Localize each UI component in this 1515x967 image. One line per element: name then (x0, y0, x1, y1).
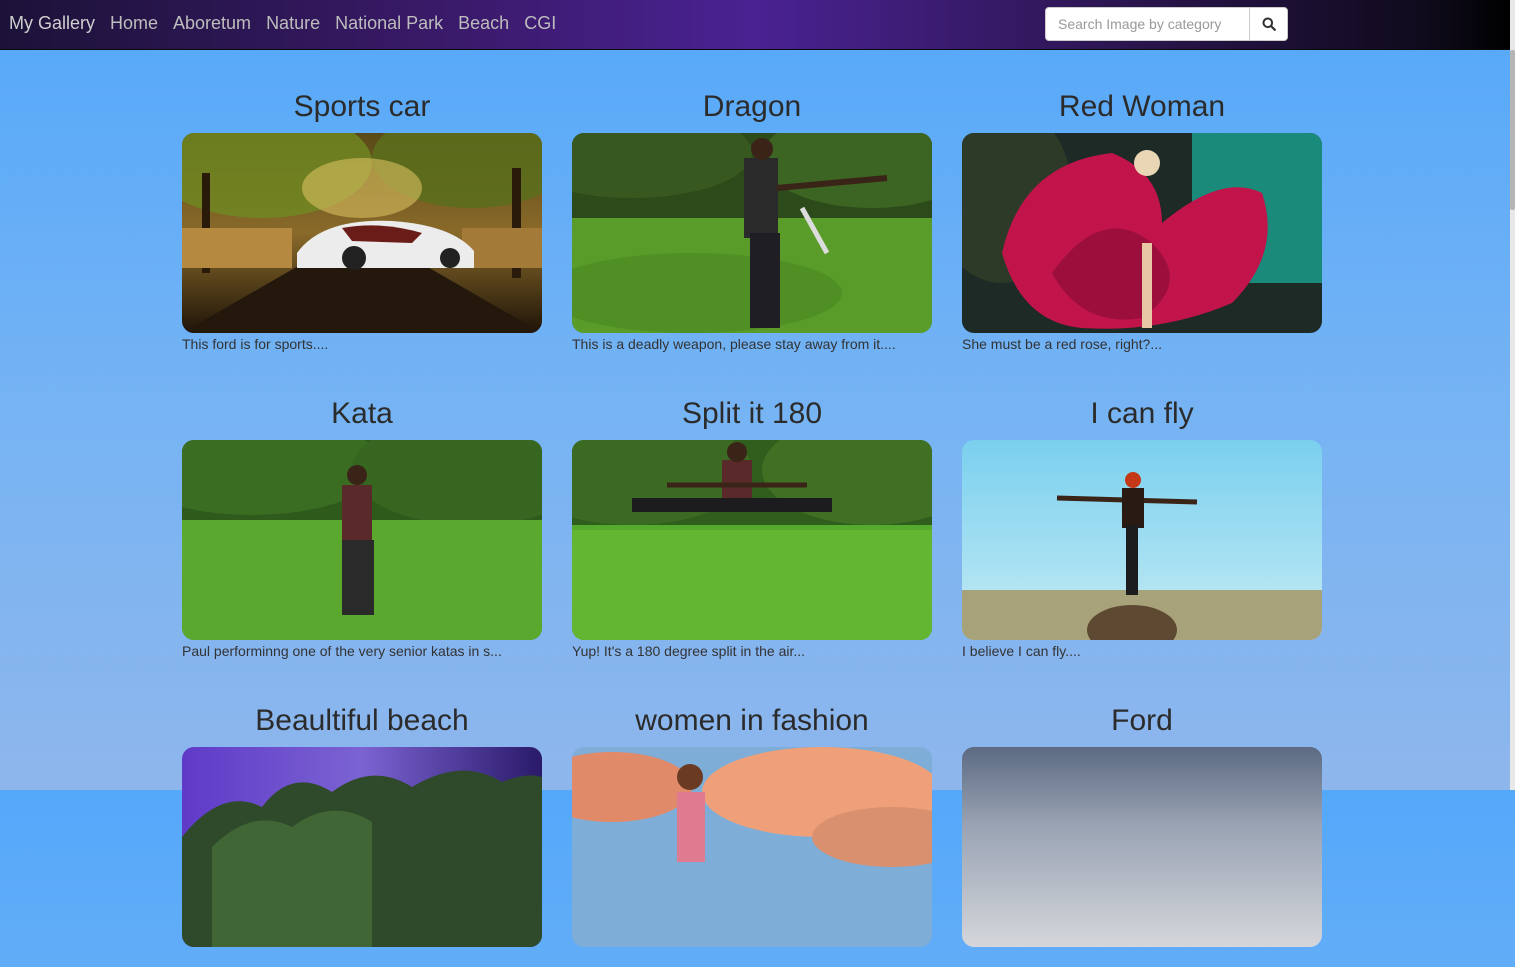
gallery-card: I can fly I believe I can fly.... (962, 392, 1322, 660)
nav-link-nature[interactable]: Nature (266, 13, 320, 34)
nav-link-beach[interactable]: Beach (458, 13, 509, 34)
card-caption: I believe I can fly.... (962, 643, 1081, 659)
card-caption (182, 949, 542, 967)
card-image-ford[interactable] (962, 747, 1322, 947)
card-caption: Yup! It's a 180 degree split in the air.… (572, 643, 806, 659)
card-title: Red Woman (1058, 90, 1226, 123)
gallery-card: Kata Paul performinng one of the very se… (182, 392, 542, 660)
card-title: Dragon (702, 90, 802, 123)
card-caption: She must be a red rose, right?... (962, 336, 1162, 352)
card-title: Sports car (293, 90, 431, 123)
nav-link-national-park[interactable]: National Park (335, 13, 443, 34)
nav-link-aboretum[interactable]: Aboretum (173, 13, 251, 34)
gallery-card: Split it 180 Yup! It's a 180 degree spli… (572, 392, 932, 660)
card-title: Beaultiful beach (255, 704, 469, 737)
gallery-card: Beaultiful beach (182, 699, 542, 967)
card-caption: Paul performinng one of the very senior … (182, 643, 502, 659)
nav-link-home[interactable]: Home (110, 13, 158, 34)
card-title: Split it 180 (681, 397, 823, 430)
card-image-sports-car[interactable] (182, 133, 542, 333)
scrollbar-thumb[interactable] (1510, 50, 1515, 210)
card-image-kata[interactable] (182, 440, 542, 640)
gallery-card: Red Woman She must be a red rose, right?… (962, 85, 1322, 353)
card-caption (572, 949, 932, 967)
gallery-card: Ford (962, 699, 1322, 967)
card-caption (962, 949, 1322, 967)
card-image-beach[interactable] (182, 747, 542, 947)
card-image-women-in-fashion[interactable] (572, 747, 932, 947)
page-scrollbar[interactable] (1510, 0, 1515, 790)
gallery-grid: Sports car This ford is for sports.... D… (182, 85, 1322, 967)
brand-link[interactable]: My Gallery (9, 13, 95, 34)
card-title: Kata (331, 397, 393, 430)
card-title: women in fashion (635, 704, 869, 737)
search-input[interactable] (1046, 8, 1249, 40)
card-caption: This is a deadly weapon, please stay awa… (572, 336, 896, 352)
navbar: My Gallery Home Aboretum Nature National… (0, 0, 1510, 50)
gallery-card: Sports car This ford is for sports.... (182, 85, 542, 353)
card-title: Ford (1111, 704, 1173, 737)
nav-link-cgi[interactable]: CGI (524, 13, 556, 34)
search-icon (1262, 17, 1276, 31)
card-image-i-can-fly[interactable] (962, 440, 1322, 640)
card-image-red-woman[interactable] (962, 133, 1322, 333)
gallery-card: Dragon This is a deadly weapon, please s… (572, 85, 932, 353)
card-image-dragon[interactable] (572, 133, 932, 333)
card-image-split[interactable] (572, 440, 932, 640)
search-button[interactable] (1249, 8, 1288, 40)
gallery-card: women in fashion (572, 699, 932, 967)
nav-links: Home Aboretum Nature National Park Beach… (110, 13, 571, 34)
search-form (1045, 7, 1288, 41)
card-title: I can fly (1090, 397, 1194, 430)
card-caption: This ford is for sports.... (182, 336, 329, 352)
